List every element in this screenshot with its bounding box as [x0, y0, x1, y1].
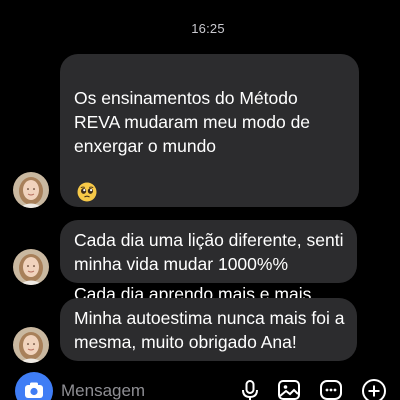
sticker-icon[interactable]	[319, 378, 343, 400]
message-text: Minha autoestima nunca mais foi a mesma,…	[74, 308, 345, 352]
message-bubble[interactable]: Cada dia uma lição diferente, senti minh…	[60, 220, 357, 283]
message-input[interactable]: Mensagem	[61, 381, 145, 400]
sender-avatar[interactable]	[13, 172, 49, 208]
message-bubble[interactable]: Os ensinamentos do Método REVA mudaram m…	[60, 54, 359, 328]
plus-icon[interactable]	[361, 378, 387, 400]
microphone-icon[interactable]	[239, 378, 261, 400]
sender-avatar[interactable]	[13, 327, 49, 363]
pleading-face-emoji	[77, 158, 97, 208]
message-composer: Mensagem	[9, 370, 400, 400]
camera-icon	[25, 382, 43, 398]
gallery-icon[interactable]	[277, 378, 301, 400]
sender-avatar[interactable]	[13, 249, 49, 285]
camera-button[interactable]	[15, 372, 53, 400]
message-timestamp: 16:25	[191, 21, 225, 36]
message-text: Cada dia uma lição diferente, senti minh…	[74, 230, 344, 274]
message-bubble[interactable]: Minha autoestima nunca mais foi a mesma,…	[60, 298, 357, 361]
